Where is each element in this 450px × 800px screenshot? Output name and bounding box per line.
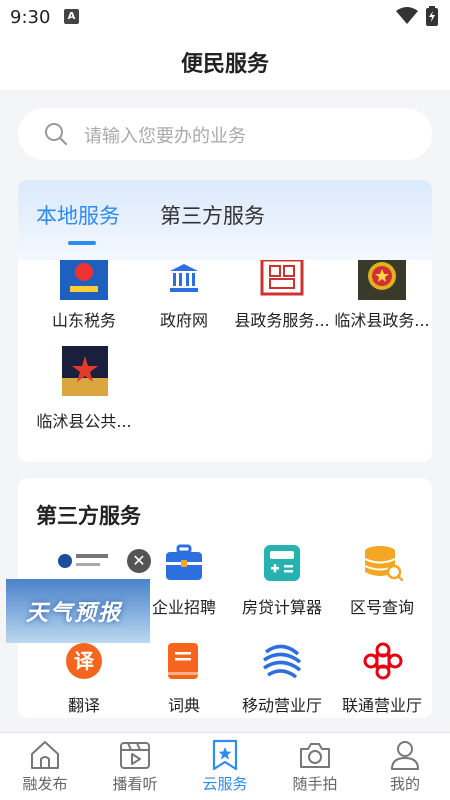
- nav-item-cloud-services[interactable]: 云服务: [180, 733, 270, 800]
- nav-label: 播看听: [112, 775, 158, 793]
- search-icon: [45, 123, 68, 146]
- service-label: 县政务服务...: [234, 311, 330, 330]
- search-area: 请输入您要办的业务: [0, 90, 450, 170]
- nav-item-watch-listen[interactable]: 播看听: [90, 733, 180, 800]
- china-unicom-icon: [363, 642, 403, 680]
- service-linshu-county-government[interactable]: 临沭县政务...: [332, 260, 432, 340]
- status-bar: 9:30 A: [0, 0, 450, 34]
- person-icon: [391, 741, 419, 770]
- service-label: 临沭县公共...: [36, 412, 132, 431]
- local-services-card: 本地服务 第三方服务 山东税务 政府网 县政务服务... 临沭县政务... 临沭…: [18, 180, 432, 462]
- close-ad-button[interactable]: ✕: [127, 549, 151, 573]
- nav-item-snapshot[interactable]: 随手拍: [270, 733, 360, 800]
- service-label: 山东税务: [51, 311, 116, 330]
- search-placeholder: 请输入您要办的业务: [84, 126, 246, 147]
- notification-icon: A: [64, 9, 79, 24]
- nav-item-publish[interactable]: 融发布: [0, 733, 90, 800]
- camera-icon: [300, 743, 330, 768]
- translate-icon: 译: [66, 643, 102, 679]
- service-label: 政府网: [159, 311, 208, 330]
- service-china-mobile[interactable]: 移动营业厅: [232, 642, 332, 718]
- nav-label: 随手拍: [292, 775, 338, 793]
- tab-local-services[interactable]: 本地服务: [36, 200, 120, 230]
- bottom-navigation: 融发布 播看听 云服务 随手拍 我的: [0, 732, 450, 800]
- service-county-government-services[interactable]: 县政务服务...: [232, 260, 332, 340]
- service-tabs: 本地服务 第三方服务: [18, 180, 432, 260]
- service-translate[interactable]: 译 翻译: [34, 642, 134, 718]
- nav-label: 融发布: [22, 775, 68, 793]
- service-label: 联通营业厅: [341, 696, 422, 715]
- status-time: 9:30: [10, 7, 51, 28]
- service-label: 临沭县政务...: [334, 311, 430, 330]
- wifi-icon: [396, 7, 418, 24]
- tax-emblem-icon: [60, 260, 108, 300]
- battery-icon: [426, 6, 438, 26]
- china-mobile-icon: [263, 644, 302, 679]
- active-tab-indicator: [68, 241, 96, 245]
- service-government-website[interactable]: 政府网: [134, 260, 234, 340]
- service-mortgage-calculator[interactable]: 房贷计算器: [232, 544, 332, 624]
- star-bookmark-icon: [212, 739, 238, 771]
- title-bar: 便民服务: [0, 34, 450, 90]
- home-icon: [31, 741, 59, 769]
- national-emblem-icon: [358, 260, 406, 300]
- page-title: 便民服务: [180, 52, 269, 77]
- service-label: 移动营业厅: [241, 696, 322, 715]
- calculator-icon: [264, 545, 300, 581]
- nav-label: 云服务: [202, 775, 248, 793]
- service-dictionary[interactable]: 词典: [134, 642, 234, 718]
- service-label: 区号查询: [349, 598, 414, 617]
- search-input[interactable]: 请输入您要办的业务: [18, 108, 432, 160]
- service-label: 房贷计算器: [241, 598, 322, 617]
- service-label: 翻译: [67, 696, 100, 715]
- cmg-logo-icon: [58, 554, 108, 568]
- weather-ad-text: 天气预报: [26, 601, 123, 626]
- svg-text:译: 译: [74, 649, 95, 673]
- service-label: 词典: [167, 696, 200, 715]
- nav-item-profile[interactable]: 我的: [360, 733, 450, 800]
- service-shandong-tax[interactable]: 山东税务: [34, 260, 134, 340]
- nav-label: 我的: [389, 775, 420, 793]
- weather-forecast-ad[interactable]: 天气预报: [6, 579, 150, 643]
- book-icon: [168, 643, 198, 679]
- database-search-icon: [364, 546, 403, 582]
- red-seal-icon: [260, 260, 304, 296]
- section-title: 第三方服务: [36, 504, 141, 528]
- service-area-code-lookup[interactable]: 区号查询: [332, 544, 432, 624]
- police-badge-icon: [62, 346, 108, 396]
- tab-third-party-services[interactable]: 第三方服务: [160, 200, 265, 230]
- briefcase-icon: [166, 544, 202, 580]
- government-building-icon: [170, 264, 198, 292]
- service-china-unicom[interactable]: 联通营业厅: [332, 642, 432, 718]
- video-icon: [120, 742, 150, 769]
- service-linshu-public-security[interactable]: 临沭县公共...: [34, 346, 134, 436]
